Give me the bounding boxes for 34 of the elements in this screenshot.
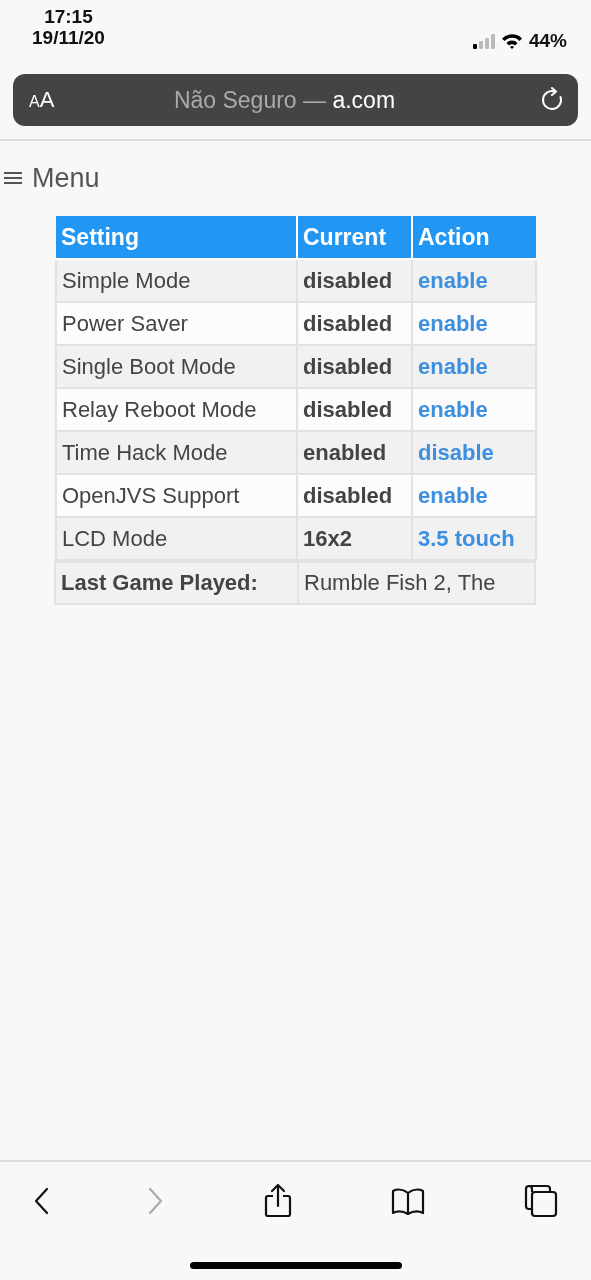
current-value-cell: disabled	[297, 474, 412, 517]
menu-icon[interactable]	[4, 171, 22, 185]
last-game-value: Rumble Fish 2, The	[298, 562, 535, 604]
share-icon[interactable]	[262, 1183, 293, 1219]
setting-cell: Relay Reboot Mode	[56, 388, 297, 431]
column-header: Setting	[56, 216, 297, 259]
setting-cell: LCD Mode	[56, 517, 297, 560]
column-header: Current	[297, 216, 412, 259]
wifi-icon	[500, 33, 523, 49]
current-value-cell: enabled	[297, 431, 412, 474]
current-value-cell: disabled	[297, 345, 412, 388]
back-icon[interactable]	[33, 1187, 49, 1215]
current-value-cell: disabled	[297, 302, 412, 345]
setting-cell: Simple Mode	[56, 259, 297, 302]
setting-cell: Time Hack Mode	[56, 431, 297, 474]
tabs-icon[interactable]	[524, 1184, 558, 1218]
bookmarks-icon[interactable]	[391, 1187, 426, 1215]
current-value-cell: 16x2	[297, 517, 412, 560]
status-date: 19/11/20	[32, 27, 105, 48]
battery-percentage: 44%	[528, 30, 567, 52]
setting-cell: Single Boot Mode	[56, 345, 297, 388]
signal-icon	[472, 33, 495, 49]
current-value-cell: disabled	[297, 259, 412, 302]
setting-cell: Power Saver	[56, 302, 297, 345]
status-time: 17:15	[44, 6, 93, 27]
current-value-cell: disabled	[297, 388, 412, 431]
setting-cell: OpenJVS Support	[56, 474, 297, 517]
column-header: Action	[412, 216, 536, 259]
address-text: Não Seguro — a.com	[172, 86, 397, 114]
menu-link[interactable]: Menu	[32, 162, 100, 194]
text-size-button[interactable]: AA	[29, 87, 69, 113]
last-game-label: Last Game Played:	[55, 562, 298, 604]
reload-icon[interactable]	[540, 87, 564, 113]
address-bar[interactable]: AA Não Seguro — a.com	[13, 74, 578, 126]
